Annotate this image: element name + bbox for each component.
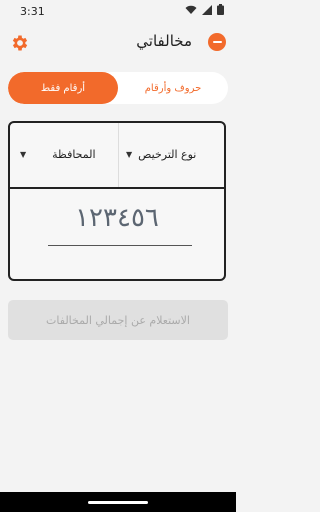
governorate-label: المحافظة (52, 147, 96, 161)
status-bar: 3:31 (0, 0, 236, 22)
gear-icon[interactable] (10, 33, 30, 53)
wifi-icon (185, 5, 197, 14)
license-plate-form: ▼ المحافظة ▼ نوع الترخيص ١٢٣٤٥٦ (8, 121, 226, 281)
system-nav-bar (0, 492, 236, 512)
remove-button[interactable] (208, 33, 226, 51)
query-violations-button[interactable]: الاستعلام عن إجمالي المخالفات (8, 300, 228, 340)
plate-type-toggle: حروف وأرقام أرقام فقط (8, 72, 228, 104)
plate-divider (118, 123, 119, 187)
chevron-down-icon: ▼ (20, 149, 27, 159)
plate-header: ▼ المحافظة ▼ نوع الترخيص (10, 123, 224, 189)
governorate-dropdown[interactable]: ▼ المحافظة (20, 137, 112, 171)
tab-numbers-only[interactable]: أرقام فقط (8, 72, 118, 104)
home-gesture-pill[interactable] (88, 501, 148, 504)
chevron-down-icon: ▼ (126, 149, 133, 159)
page-title: مخالفاتي (136, 32, 192, 50)
license-type-label: نوع الترخيص (138, 147, 197, 161)
input-underline (48, 245, 192, 246)
tab-letters-and-numbers[interactable]: حروف وأرقام (118, 72, 228, 104)
license-type-dropdown[interactable]: ▼ نوع الترخيص (126, 137, 222, 171)
signal-icon (202, 4, 212, 15)
status-icons (185, 4, 224, 15)
app-bar: مخالفاتي (0, 26, 236, 58)
plate-number-input[interactable]: ١٢٣٤٥٦ (10, 203, 224, 233)
battery-icon (217, 4, 224, 15)
minus-icon (212, 41, 222, 43)
status-time: 3:31 (20, 5, 45, 18)
